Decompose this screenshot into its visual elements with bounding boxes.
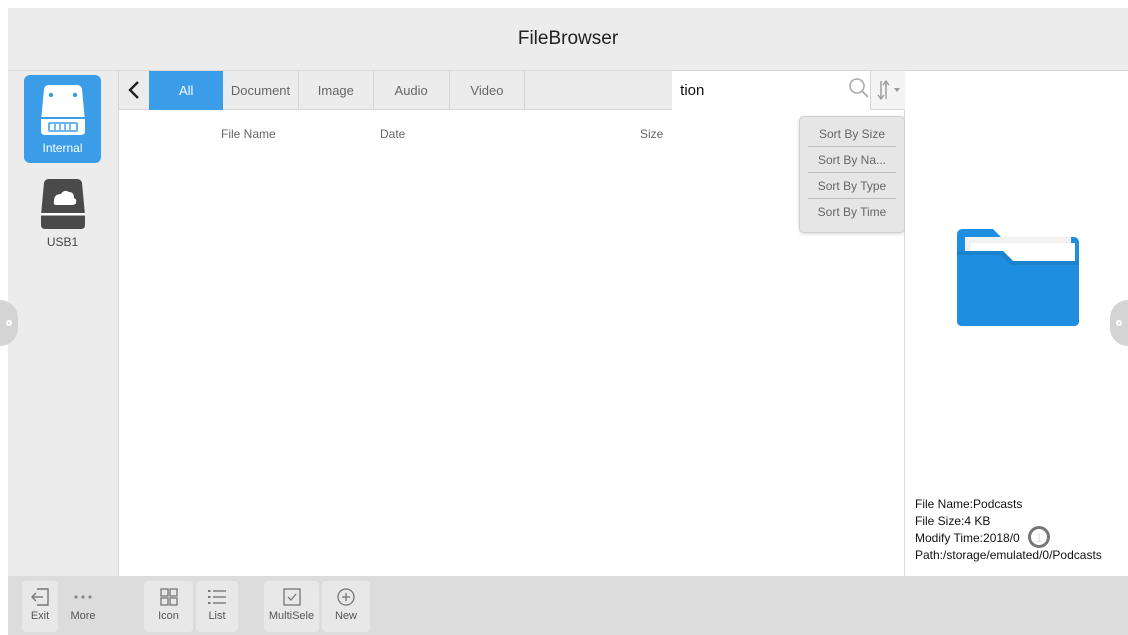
icon-view-button[interactable]: Icon <box>144 581 193 632</box>
info-file-size: File Size:4 KB <box>915 514 991 528</box>
exit-label: Exit <box>30 610 50 622</box>
grid-view-icon <box>159 588 178 606</box>
checkbox-icon <box>282 588 301 606</box>
more-label: More <box>70 610 96 622</box>
sort-by-time[interactable]: Sort By Time <box>808 199 896 225</box>
icon-view-label: Icon <box>158 610 179 622</box>
tab-document[interactable]: Document <box>223 71 299 110</box>
tab-image[interactable]: Image <box>299 71 374 110</box>
column-file-name[interactable]: File Name <box>221 127 276 141</box>
more-icon <box>74 595 92 599</box>
search-box <box>672 71 871 110</box>
chevron-left-icon <box>128 81 139 99</box>
file-list: File Name Date Size <box>119 110 905 576</box>
search-input[interactable] <box>680 82 841 99</box>
sort-by-size[interactable]: Sort By Size <box>808 121 896 147</box>
file-info-panel: File Name:Podcasts File Size:4 KB Modify… <box>905 71 1128 576</box>
info-modify-time-start: Modify Time:2018/0 <box>915 531 1020 545</box>
info-file-name: File Name:Podcasts <box>915 497 1023 511</box>
list-view-button[interactable]: List <box>196 581 238 632</box>
multiselect-button[interactable]: MultiSele <box>264 581 319 632</box>
exit-button[interactable]: Exit <box>22 581 58 632</box>
tab-video[interactable]: Video <box>450 71 526 110</box>
folder-icon <box>957 229 1079 326</box>
title-bar: FileBrowser <box>8 8 1128 71</box>
touch-indicator <box>1028 526 1050 548</box>
file-details: File Name:Podcasts File Size:4 KB Modify… <box>915 496 1102 564</box>
info-path: Path:/storage/emulated/0/Podcasts <box>915 548 1102 562</box>
usb-storage-icon <box>40 179 85 229</box>
info-modify-time: Modify Time:2018/01 <box>915 530 1102 547</box>
tab-all[interactable]: All <box>149 71 224 110</box>
storage-sidebar: Internal USB1 <box>8 71 119 576</box>
new-label: New <box>334 610 357 622</box>
search-icon <box>849 78 869 98</box>
sort-menu: Sort By Size Sort By Na... Sort By Type … <box>799 116 905 233</box>
sort-by-name[interactable]: Sort By Na... <box>808 147 896 173</box>
handle-dot-icon <box>6 320 12 326</box>
search-button[interactable] <box>848 77 870 104</box>
bottom-action-bar: Exit More Icon List MultiSele New <box>8 576 1128 635</box>
storage-label-internal: Internal <box>42 141 83 155</box>
sort-by-type[interactable]: Sort By Type <box>808 173 896 199</box>
sort-button[interactable] <box>870 71 905 109</box>
column-date[interactable]: Date <box>380 127 405 141</box>
plus-circle-icon <box>337 588 355 606</box>
app-title: FileBrowser <box>517 28 619 49</box>
more-button[interactable]: More <box>61 581 105 632</box>
list-header: File Name Date Size <box>119 110 904 156</box>
multiselect-label: MultiSele <box>268 610 315 622</box>
new-button[interactable]: New <box>322 581 370 632</box>
exit-icon <box>31 588 49 606</box>
sort-icon <box>877 79 901 101</box>
list-view-label: List <box>208 610 226 622</box>
column-size[interactable]: Size <box>640 127 663 141</box>
back-button[interactable] <box>119 71 149 109</box>
storage-internal[interactable]: Internal <box>24 75 101 163</box>
category-toolbar: All Document Image Audio Video <box>119 71 905 110</box>
list-view-icon <box>208 590 226 604</box>
handle-dot-icon <box>1116 320 1122 326</box>
file-browser-app: FileBrowser Internal USB1 All Document I… <box>0 0 1128 635</box>
tab-audio[interactable]: Audio <box>374 71 450 110</box>
storage-usb1[interactable]: USB1 <box>24 175 101 263</box>
internal-storage-icon <box>40 85 85 135</box>
storage-label-usb1: USB1 <box>46 235 79 249</box>
